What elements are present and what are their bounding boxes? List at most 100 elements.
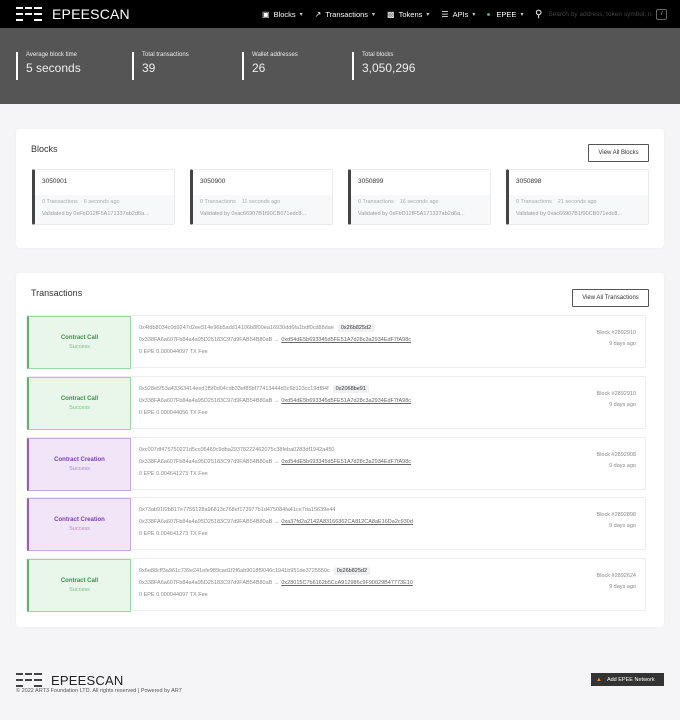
block-tile[interactable]: 3050901 0 Transactions 6 seconds ago Vali… — [32, 169, 175, 225]
block-tx-count: 0 Transactions — [200, 199, 236, 205]
tx-type-badge: Contract Call Success — [27, 559, 131, 612]
tx-to-address[interactable]: 0xa37fd2a2142A83166362CA812CA8aE16Da2c93… — [281, 519, 413, 525]
metamask-fox-icon: ▲ — [596, 676, 602, 683]
footer-logo[interactable]: EPEESCAN — [16, 672, 123, 688]
tx-details: 0x6e88cff3a961c739e241efe989cad1f2f6ab90… — [139, 565, 413, 601]
tx-status: Success — [69, 526, 90, 532]
tx-from-address[interactable]: 0x338FA6a607Fb84a4a95D25183C97d9FAB54B80… — [139, 337, 272, 343]
chevron-down-icon: ▾ — [520, 11, 524, 18]
nav-blocks[interactable]: ▣ Blocks ▾ — [262, 10, 303, 19]
tx-from-address[interactable]: 0x338FA6a607Fb84a4a95D25183C97d9FAB54B80… — [139, 398, 272, 404]
tx-value: 0 EPE — [139, 349, 155, 355]
tx-details: 0x4fdb8034c0d9247d2ee514e96b5add14106b8f… — [139, 322, 411, 358]
transaction-row[interactable]: Contract Creation Success 0x73ab91f2b817e7… — [26, 497, 646, 551]
top-navbar: EPEESCAN ▣ Blocks ▾ ↗ Transactions ▾ ▩ T… — [0, 0, 680, 28]
arrow-right-icon: → — [273, 398, 280, 404]
tx-block-number[interactable]: Block #2892910 — [597, 330, 636, 336]
nav-network-label: EPEE — [496, 9, 517, 19]
blocks-title: Blocks — [31, 144, 58, 154]
brand-logo[interactable]: EPEESCAN — [16, 6, 130, 22]
footer-brand-name: EPEESCAN — [51, 672, 124, 688]
transactions-card: Transactions View All Transactions Contr… — [16, 273, 664, 627]
tx-hash[interactable]: 0xc007df475750221d5cc06469c9dba293782224… — [139, 447, 334, 453]
tx-block-number[interactable]: Block #2892910 — [597, 391, 636, 397]
tx-status: Success — [69, 344, 90, 350]
brand-name: EPEESCAN — [52, 6, 130, 22]
tx-details: 0xc007df475750221d5cc06469c9dba293782224… — [139, 444, 411, 480]
block-validator[interactable]: Validated by 0xFbD12fF5A171337ab2d6a... — [358, 211, 490, 217]
block-validator[interactable]: Validated by 0xac66907B1f90CB071edc8... — [200, 211, 332, 217]
tx-hash[interactable]: 0x6e88cff3a961c739e241efe989cad1f2f6ab90… — [139, 568, 330, 574]
tx-from-address[interactable]: 0x338FA6a607Fb84a4a95D25183C97d9FAB54B80… — [139, 459, 272, 465]
nav-transactions[interactable]: ↗ Transactions ▾ — [315, 10, 375, 19]
tx-type-label: Contract Creation — [54, 517, 105, 523]
add-network-button[interactable]: ▲ Add EPEE Network — [591, 673, 664, 686]
tx-block-number[interactable]: Block #2892898 — [597, 512, 636, 518]
block-number[interactable]: 3050899 — [351, 170, 490, 195]
tx-status: Success — [69, 466, 90, 472]
search-icon[interactable]: ⚲ — [535, 9, 542, 20]
block-validator[interactable]: Validated by 0xFbD12fF5A171337ab2d6a... — [42, 211, 174, 217]
search-input[interactable] — [548, 10, 657, 18]
arrow-right-icon: → — [273, 519, 280, 525]
tx-to-address[interactable]: 0x28015C7b6162b5CcA912986c9F90029B47773E… — [281, 580, 413, 586]
block-tile[interactable]: 3050899 0 Transactions 16 seconds ago Val… — [348, 169, 491, 225]
stat-value: 3,050,296 — [362, 61, 416, 75]
tx-method-badge: 0x26b825d2 — [337, 324, 375, 332]
tx-type-badge: Contract Creation Success — [27, 438, 131, 491]
tx-type-label: Contract Creation — [54, 457, 105, 463]
chevron-down-icon: ▾ — [426, 11, 430, 18]
tx-details: 0x928e5f53a43363414eed1f5f0d04cdb33ef85b… — [139, 383, 411, 419]
tx-block-number[interactable]: Block #2892908 — [597, 452, 636, 458]
arrow-right-icon: → — [273, 337, 280, 343]
tx-status: Success — [69, 405, 90, 411]
block-tx-count: 0 Transactions — [358, 199, 394, 205]
sliders-icon: ☰ — [441, 9, 449, 19]
cube-icon: ▣ — [262, 9, 270, 19]
tx-type-badge: Contract Creation Success — [27, 498, 131, 551]
tx-to-address[interactable]: 0xd54dE5b693345d5FE51A7d28c3a2934EdF7fA9… — [281, 337, 411, 343]
tx-hash[interactable]: 0x928e5f53a43363414eed1f5f0d04cdb33ef85b… — [139, 386, 329, 392]
nav-apis[interactable]: ☰ APIs ▾ — [441, 10, 475, 19]
tx-age: 9 days ago — [609, 584, 636, 590]
view-all-blocks-button[interactable]: View All Blocks — [588, 144, 649, 162]
tx-value: 0 EPE — [139, 471, 155, 477]
block-number[interactable]: 3050901 — [35, 170, 174, 195]
nav-tokens[interactable]: ▩ Tokens ▾ — [387, 10, 429, 19]
tx-fee: 0.004641273 TX Fee — [156, 531, 208, 537]
block-tile[interactable]: 3050900 0 Transactions 11 seconds ago Val… — [190, 169, 333, 225]
stat-label: Average block time — [26, 52, 77, 58]
tx-type-label: Contract Call — [60, 578, 99, 584]
block-age: 16 seconds ago — [399, 199, 439, 205]
tx-block-info: Block #2892910 9 days ago — [597, 391, 636, 408]
nav-apis-label: APIs — [452, 9, 469, 19]
tx-hash[interactable]: 0x73ab91f2b817e7755128a96813c768ef173977… — [139, 507, 335, 513]
chevron-down-icon: ▾ — [372, 11, 376, 18]
tx-to-address[interactable]: 0xd54dE5b693345d5FE51A7d28c3a2934EdF7fA9… — [281, 398, 411, 404]
search-shortcut-key: / — [656, 8, 668, 20]
block-tile[interactable]: 3050898 0 Transactions 21 seconds ago Val… — [506, 169, 649, 225]
transaction-row[interactable]: Contract Call Success 0x4fdb8034c0d9247d2e… — [26, 315, 646, 369]
transaction-row[interactable]: Contract Call Success 0x928e5f53a43363414e… — [26, 376, 646, 430]
tx-type-badge: Contract Call Success — [27, 316, 131, 369]
tx-hash[interactable]: 0x4fdb8034c0d9247d2ee514e96b5add14106b8f… — [139, 325, 334, 331]
block-number[interactable]: 3050900 — [193, 170, 332, 195]
transaction-row[interactable]: Contract Creation Success 0xc007df47575022… — [26, 437, 646, 491]
view-all-transactions-button[interactable]: View All Transactions — [572, 289, 649, 307]
tx-from-address[interactable]: 0x338FA6a607Fb84a4a95D25183C97d9FAB54B80… — [139, 519, 272, 525]
tx-to-address[interactable]: 0xd54dE5b693345d5FE51A7d28c3a2934EdF7fA9… — [281, 459, 411, 465]
tx-type-label: Contract Call — [60, 396, 99, 402]
transfer-icon: ↗ — [314, 9, 322, 19]
tx-value: 0 EPE — [139, 410, 155, 416]
stat-wallet-addresses: Wallet addresses 26 — [242, 52, 298, 80]
tx-from-address[interactable]: 0x338FA6a607Fb84a4a95D25183C97d9FAB54B80… — [139, 580, 272, 586]
network-dot-icon — [487, 12, 491, 16]
search-bar: ⚲ / — [535, 7, 675, 21]
block-number[interactable]: 3050898 — [509, 170, 648, 195]
block-validator[interactable]: Validated by 0xac66907B1f90CB071edc8... — [516, 211, 648, 217]
nav-transactions-label: Transactions — [325, 9, 369, 19]
blocks-card: Blocks View All Blocks 3050901 0 Transac… — [16, 129, 664, 248]
transaction-row[interactable]: Contract Call Success 0x6e88cff3a961c739e2… — [26, 558, 646, 612]
tx-block-number[interactable]: Block #2892624 — [597, 573, 636, 579]
nav-network[interactable]: EPEE ▾ — [487, 10, 523, 19]
